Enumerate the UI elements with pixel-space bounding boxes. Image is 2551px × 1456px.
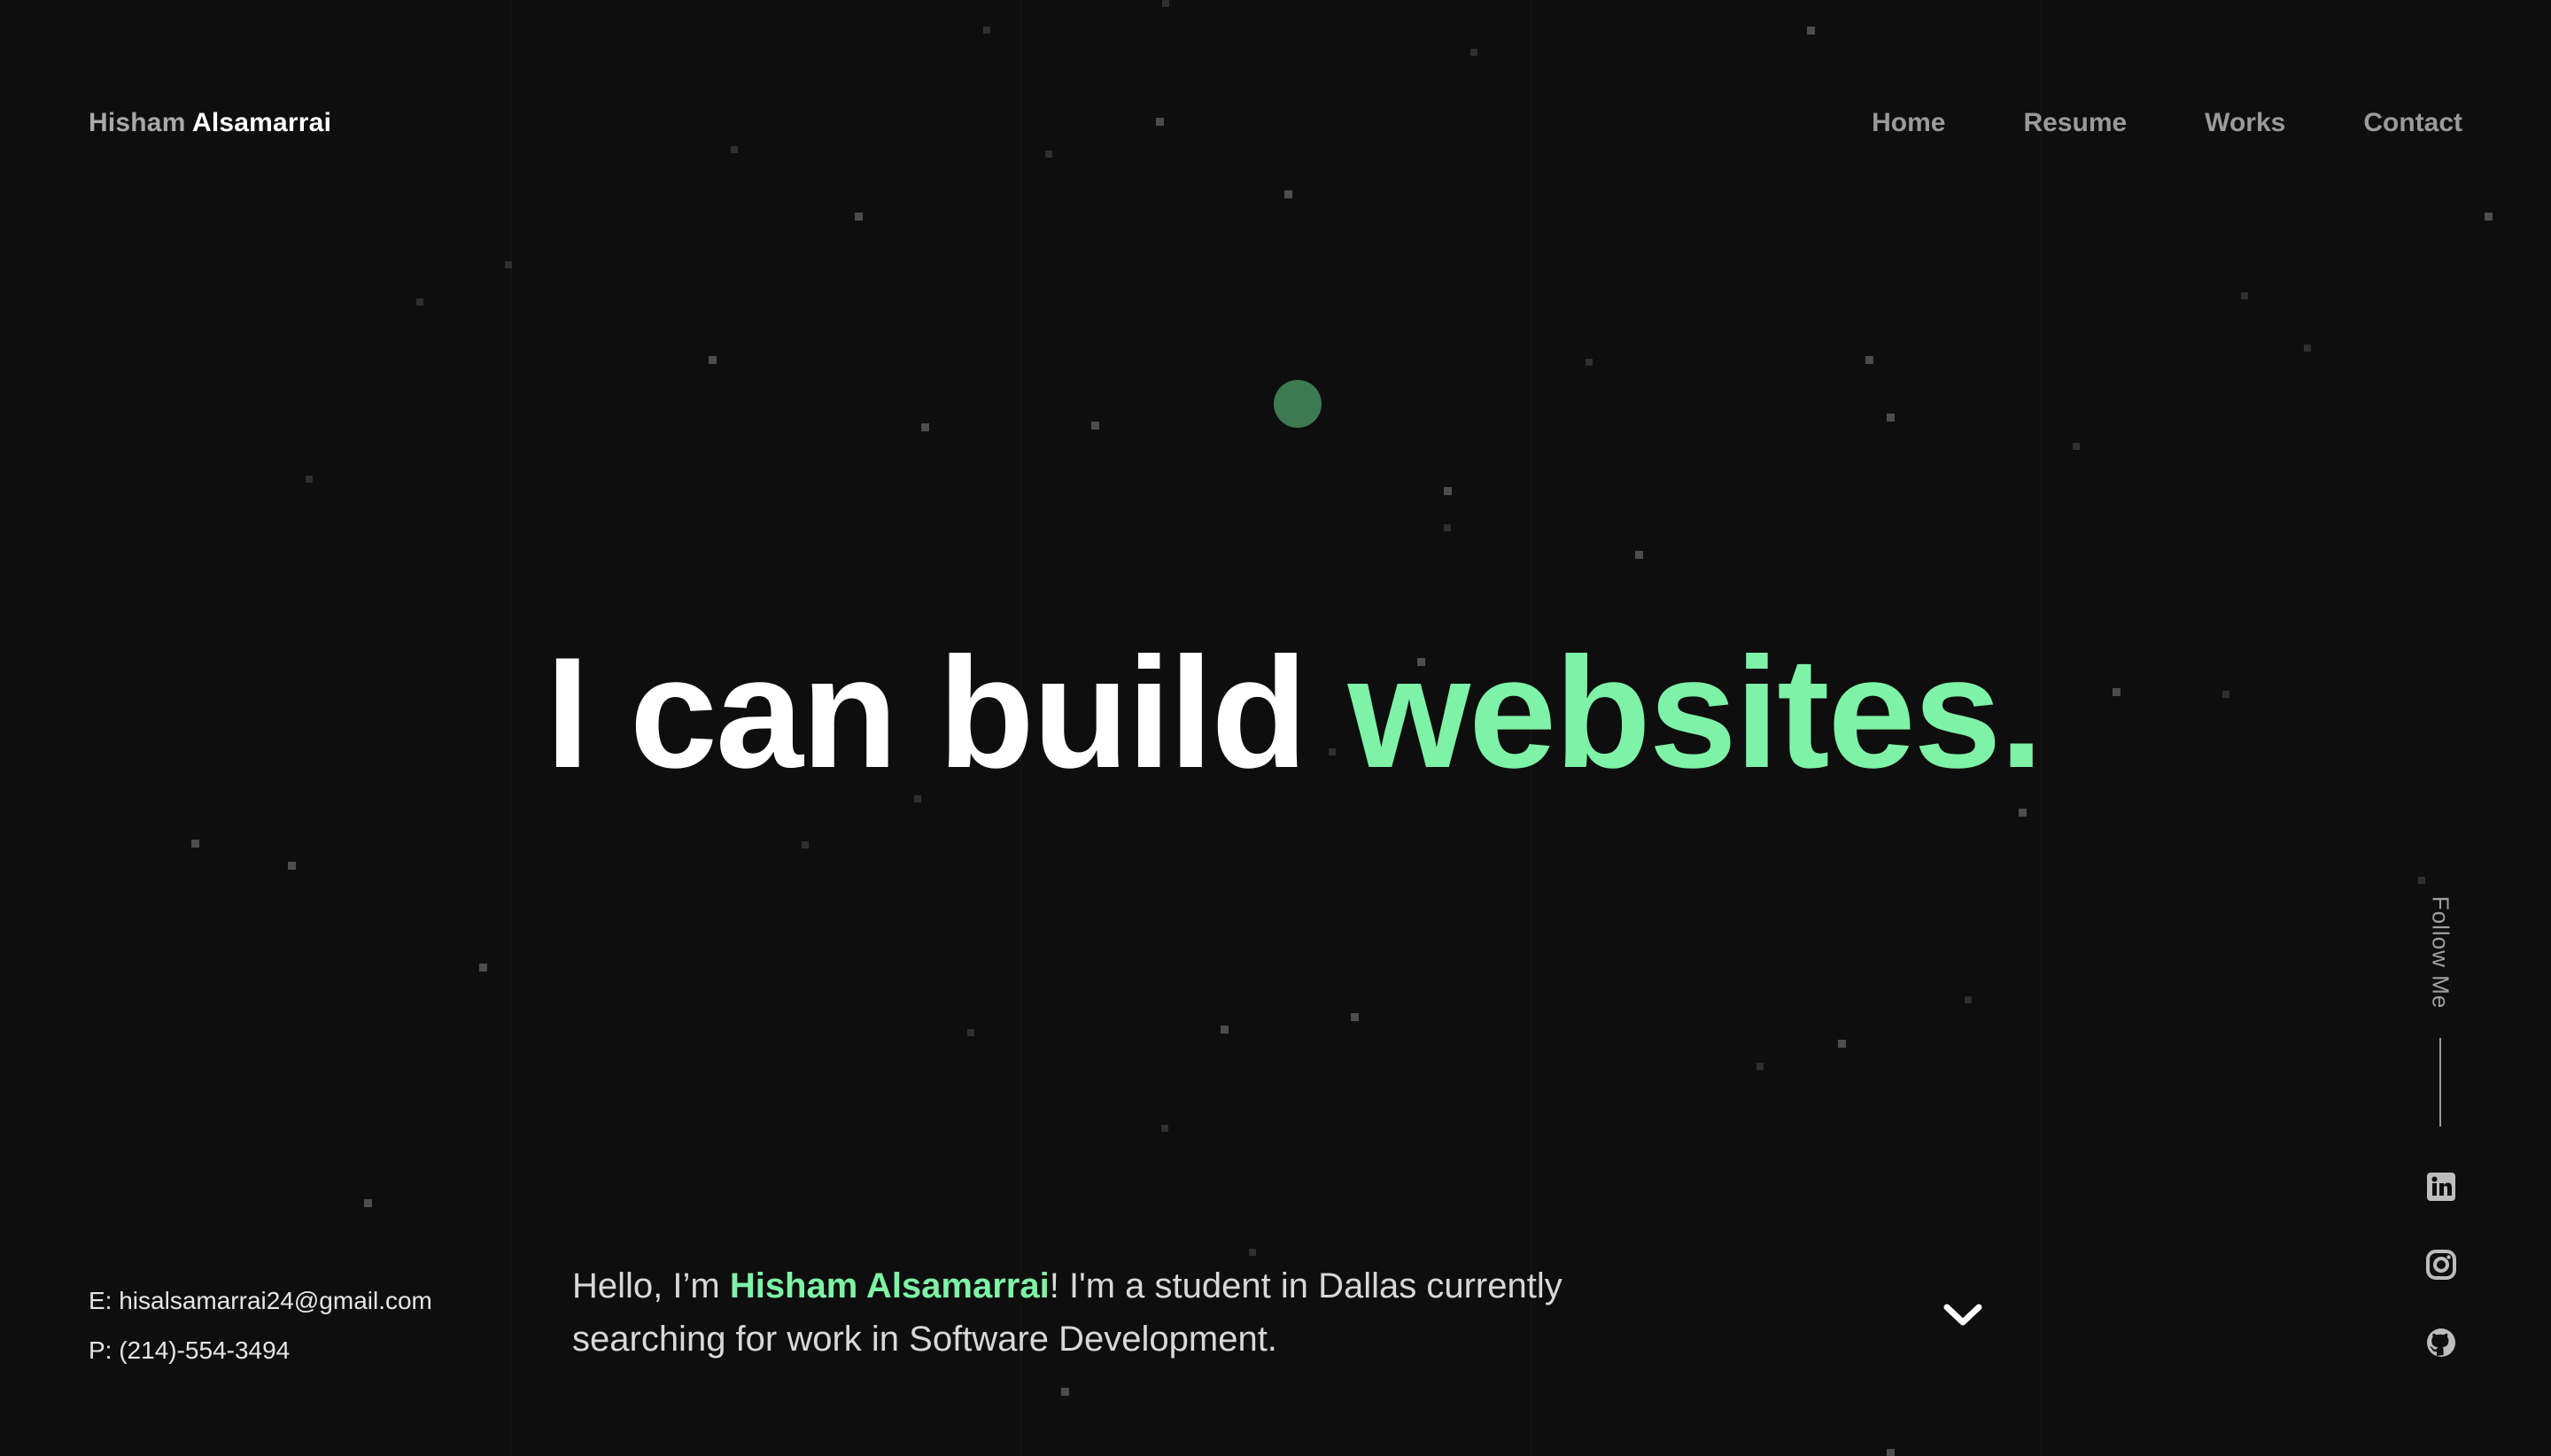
star-particle — [1756, 1063, 1764, 1070]
github-icon[interactable] — [2425, 1327, 2457, 1359]
star-particle — [1161, 1125, 1168, 1132]
star-particle — [1470, 49, 1477, 56]
nav-contact[interactable]: Contact — [2363, 108, 2462, 138]
star-particle — [1586, 359, 1593, 366]
star-particle — [1444, 524, 1451, 531]
star-particle — [1156, 118, 1164, 126]
star-particle — [2222, 691, 2229, 698]
star-particle — [1091, 422, 1099, 430]
star-particle — [416, 298, 423, 306]
star-particle — [1045, 151, 1052, 158]
column-guide — [510, 0, 511, 1456]
star-particle — [288, 862, 296, 870]
nav-resume[interactable]: Resume — [2023, 108, 2127, 138]
contact-email[interactable]: E: hisalsamarrai24@gmail.com — [89, 1276, 432, 1326]
star-particle — [731, 146, 738, 153]
nav-home[interactable]: Home — [1872, 108, 1945, 138]
star-particle — [1887, 414, 1895, 422]
star-particle — [1838, 1040, 1846, 1048]
star-particle — [1351, 1013, 1359, 1021]
star-particle — [1965, 996, 1972, 1003]
page: Hisham Alsamarrai Home Resume Works Cont… — [0, 0, 2551, 1456]
star-particle — [505, 261, 512, 268]
contact-phone[interactable]: P: (214)-554-3494 — [89, 1326, 432, 1375]
star-particle — [1635, 551, 1643, 559]
star-particle — [1061, 1388, 1069, 1396]
star-particle — [306, 476, 313, 483]
star-particle — [921, 423, 929, 431]
headline-accent: websites. — [1347, 624, 2043, 801]
star-particle — [191, 840, 199, 848]
star-particle — [2241, 292, 2248, 299]
contact-info: E: hisalsamarrai24@gmail.com P: (214)-55… — [89, 1276, 432, 1375]
star-particle — [802, 841, 809, 848]
instagram-icon[interactable] — [2425, 1249, 2457, 1281]
star-particle — [479, 964, 487, 972]
star-particle — [1887, 1449, 1895, 1456]
star-particle — [983, 27, 990, 34]
star-particle — [967, 1029, 974, 1036]
star-particle — [1284, 190, 1292, 198]
intro-before: Hello, I’m — [572, 1266, 730, 1305]
star-particle — [1249, 1249, 1256, 1256]
intro-text: Hello, I’m Hisham Alsamarrai! I'm a stud… — [572, 1259, 1582, 1366]
green-dot — [1274, 380, 1322, 428]
star-particle — [2418, 877, 2425, 884]
main-nav: Home Resume Works Contact — [1872, 108, 2462, 138]
linkedin-icon[interactable] — [2425, 1171, 2457, 1203]
star-particle — [709, 356, 717, 364]
nav-works[interactable]: Works — [2205, 108, 2285, 138]
follow-me-label: Follow Me — [2427, 895, 2454, 1010]
brand-last-name: Alsamarrai — [192, 108, 332, 137]
star-particle — [2304, 345, 2311, 352]
star-particle — [2113, 688, 2121, 696]
star-particle — [855, 213, 863, 221]
hero-headline: I can build websites. — [546, 634, 2043, 792]
headline-plain: I can build — [546, 624, 1348, 801]
star-particle — [2019, 809, 2027, 817]
star-particle — [2073, 443, 2080, 450]
star-particle — [1807, 27, 1815, 35]
star-particle — [1221, 1026, 1229, 1034]
star-particle — [1162, 0, 1169, 7]
follow-divider — [2439, 1038, 2441, 1127]
star-particle — [1865, 356, 1873, 364]
brand-first-name: Hisham — [89, 108, 186, 137]
site-brand[interactable]: Hisham Alsamarrai — [89, 108, 331, 138]
star-particle — [364, 1199, 372, 1207]
star-particle — [1444, 487, 1452, 495]
intro-name: Hisham Alsamarrai — [729, 1266, 1050, 1305]
chevron-down-icon[interactable] — [1942, 1300, 1984, 1328]
star-particle — [2485, 213, 2493, 221]
